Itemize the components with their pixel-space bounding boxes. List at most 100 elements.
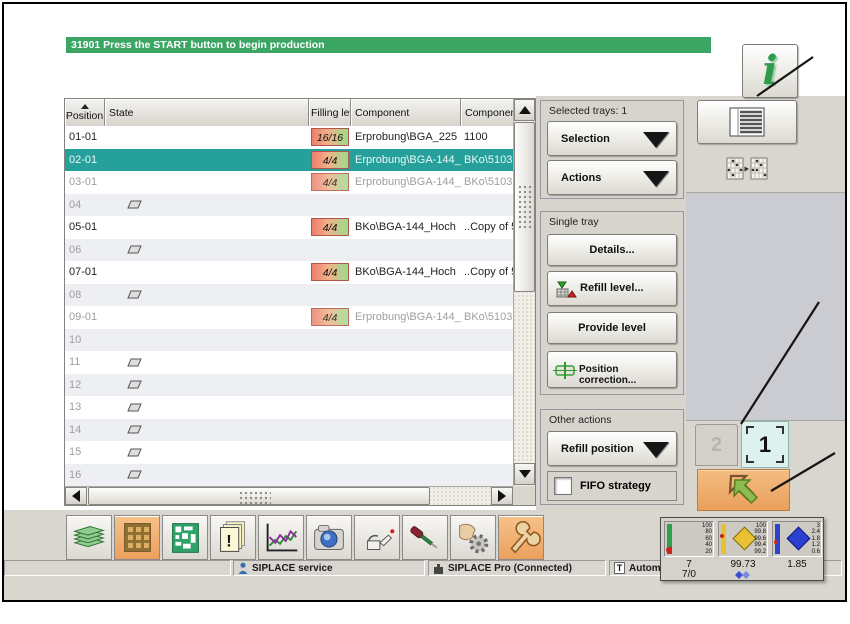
gauge-marker [774,540,778,544]
cell-state [105,425,309,434]
horizontal-scrollbar[interactable] [65,486,513,505]
toolbar-pcb-button[interactable] [162,515,208,560]
status-segment-user[interactable]: SIPLACE service [233,560,425,576]
table-row[interactable]: 16 [65,463,513,486]
thumb-grip [239,491,271,504]
vertical-scrollbar[interactable] [513,99,535,486]
scroll-up-button[interactable] [514,99,535,121]
throughput-gauge: 3 2.4 1.8 1.2 0.6 [772,521,822,557]
toolbar-setup-button[interactable] [66,515,112,560]
position-correction-button[interactable]: Position correction... [547,351,677,388]
cell-component-2: BKo\5103 [464,176,513,189]
cell-state [105,380,309,389]
status-user-label: SIPLACE service [252,562,333,574]
scroll-down-button[interactable] [514,463,535,485]
column-header-state[interactable]: State [105,99,309,126]
column-header-label: Filling level [311,106,350,119]
thumb-grip [518,185,533,231]
toolbar-manual-operation-button[interactable] [450,515,496,560]
arrow-down-icon [518,470,531,478]
table-row[interactable]: 06 [65,238,513,261]
column-header-label: State [109,106,134,119]
toolbar-tools-button[interactable] [402,515,448,560]
cell-component-2: BKo\5103 [464,311,513,324]
refill-level-icon [556,281,577,298]
table-row[interactable]: 03-01 4/4 Erprobung\BGA-144_2 BKo\5103 [65,171,513,194]
actions-dropdown[interactable]: Actions [547,160,677,195]
back-button[interactable] [697,469,790,511]
info-icon: i [762,47,778,94]
table-row[interactable]: 11 [65,351,513,374]
tray-table-body: 01-01 16/16 Erprobung\BGA_225 1100 02-01… [65,126,513,486]
toolbar-maintenance-button[interactable] [354,515,400,560]
cell-state [105,200,309,209]
fifo-strategy-checkbox[interactable] [554,477,572,495]
toolbar-tray-table-button[interactable] [114,515,160,560]
cell-position: 14 [69,423,82,436]
other-actions-label: Other actions [549,414,612,426]
details-button[interactable]: Details... [547,234,677,266]
table-row[interactable]: 05-01 4/4 BKo\BGA-144_Hoch ..Copy of 51 [65,216,513,239]
horizontal-scroll-thumb[interactable] [88,487,430,505]
provide-level-button[interactable]: Provide level [547,312,677,344]
gauge-scale: 100 99.8 99.6 99.4 99.2 [754,523,766,555]
toolbar-statistics-button[interactable] [258,515,304,560]
column-header-filling-level[interactable]: Filling level [309,99,351,126]
gantry-tab-1-label: 1 [758,432,772,457]
tray-list-view-button[interactable] [697,100,797,144]
back-arrow-icon [728,474,758,505]
fifo-strategy-row[interactable]: FIFO strategy [547,471,677,501]
machine-icon [434,563,443,574]
table-row[interactable]: 01-01 16/16 Erprobung\BGA_225 1100 [65,126,513,149]
info-button[interactable]: i [742,44,798,98]
refill-position-dropdown[interactable]: Refill position [547,431,677,466]
table-row[interactable]: 14 [65,418,513,441]
gantry-tab-2[interactable]: 2 [695,424,738,466]
tray-matrix-view-button[interactable] [697,146,797,191]
table-row[interactable]: 13 [65,396,513,419]
empty-tray-icon [127,290,142,299]
cell-position: 11 [69,356,81,369]
scroll-right-button[interactable] [491,487,513,505]
toolbar-error-log-button[interactable]: ! [210,515,256,560]
gantry-tab-1[interactable]: 1 [741,421,789,468]
gauge-bar [721,524,726,554]
toolbar-vision-button[interactable] [306,515,352,560]
toolbar-service-button[interactable] [498,515,544,560]
column-header-component[interactable]: Component [351,99,461,126]
gauge-scale: 100 80 60 40 20 [701,523,712,555]
scroll-left-button[interactable] [65,487,87,505]
refill-level-button[interactable]: Refill level... [547,271,677,306]
tray-table: Position State Filling level Component C… [64,98,536,506]
message-banner: 31901 Press the START button to begin pr… [66,37,711,53]
column-header-label: Position [65,109,104,122]
cell-component-2: 1100 [464,131,488,144]
cell-component: Erprobung\BGA-144_3 [355,311,461,324]
column-header-position[interactable]: Position [65,99,105,126]
status-segment-machine[interactable]: SIPLACE Pro (Connected) [428,560,606,576]
column-header-component-2[interactable]: Component [461,99,513,126]
statistics-chart-icon [266,523,298,551]
table-row[interactable]: 08 [65,283,513,306]
cell-position: 04 [69,198,82,211]
table-row[interactable]: 10 [65,328,513,351]
cell-state [105,358,309,367]
table-row[interactable]: 15 [65,441,513,464]
chevron-down-icon [643,442,669,458]
empty-tray-icon [127,358,142,367]
table-row[interactable]: 04 [65,193,513,216]
matrix-view-icon [726,157,768,179]
list-view-icon [729,107,765,137]
service-wrench-icon [510,520,541,553]
table-row[interactable]: 09-01 4/4 Erprobung\BGA-144_3 BKo\5103 [65,306,513,329]
vertical-scroll-thumb[interactable] [514,122,535,292]
table-row[interactable]: 12 [65,373,513,396]
cell-component: BKo\BGA-144_Hoch [355,266,456,279]
selection-dropdown[interactable]: Selection [547,121,677,156]
table-row-selected[interactable]: 02-01 4/4 Erprobung\BGA-144_1 BKo\5103 [65,148,513,171]
text-mode-icon: T [614,562,625,574]
table-row[interactable]: 07-01 4/4 BKo\BGA-144_Hoch ..Copy of 51 [65,261,513,284]
empty-tray-icon [127,200,142,209]
performance-gauge-panel[interactable]: 100 80 60 40 20 100 99.8 99.6 99.4 99.2 3 2.4 1.… [660,517,824,581]
single-tray-group: Single tray Details... Refill level... P… [540,211,684,395]
